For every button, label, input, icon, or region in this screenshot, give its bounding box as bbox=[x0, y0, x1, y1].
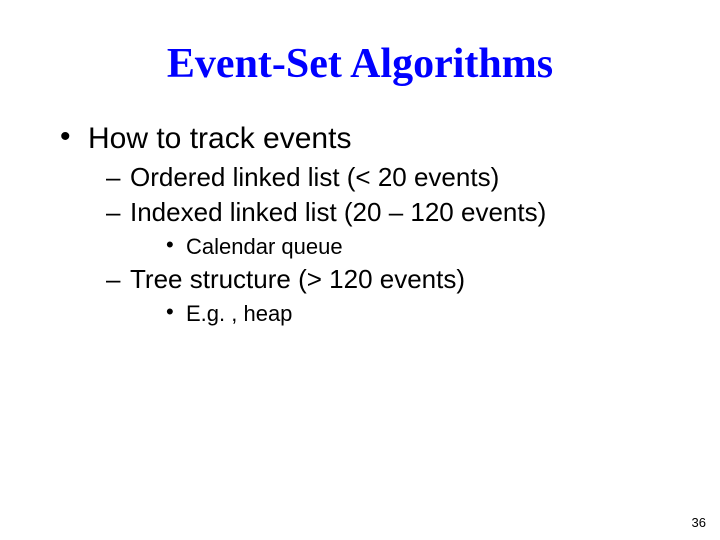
bullet-list-level2: Ordered linked list (< 20 events) Indexe… bbox=[88, 162, 660, 327]
bullet-text: Calendar queue bbox=[186, 234, 343, 259]
bullet-text: E.g. , heap bbox=[186, 301, 292, 326]
bullet-l2-item: Indexed linked list (20 – 120 events) Ca… bbox=[106, 197, 660, 260]
bullet-text: Ordered linked list (< 20 events) bbox=[130, 162, 499, 192]
bullet-l2-item: Ordered linked list (< 20 events) bbox=[106, 162, 660, 193]
bullet-l3-item: E.g. , heap bbox=[166, 301, 660, 327]
bullet-l1-item: How to track events Ordered linked list … bbox=[60, 122, 660, 327]
slide-title: Event-Set Algorithms bbox=[0, 0, 720, 108]
bullet-text: Indexed linked list (20 – 120 events) bbox=[130, 197, 546, 227]
bullet-text: How to track events bbox=[88, 122, 351, 155]
bullet-text: Tree structure (> 120 events) bbox=[130, 264, 465, 294]
slide: Event-Set Algorithms How to track events… bbox=[0, 0, 720, 540]
bullet-l2-item: Tree structure (> 120 events) E.g. , hea… bbox=[106, 264, 660, 327]
bullet-list-level1: How to track events Ordered linked list … bbox=[60, 122, 660, 327]
bullet-list-level3: E.g. , heap bbox=[130, 301, 660, 327]
bullet-list-level3: Calendar queue bbox=[130, 234, 660, 260]
slide-content: How to track events Ordered linked list … bbox=[0, 122, 720, 327]
page-number: 36 bbox=[692, 515, 706, 530]
bullet-l3-item: Calendar queue bbox=[166, 234, 660, 260]
